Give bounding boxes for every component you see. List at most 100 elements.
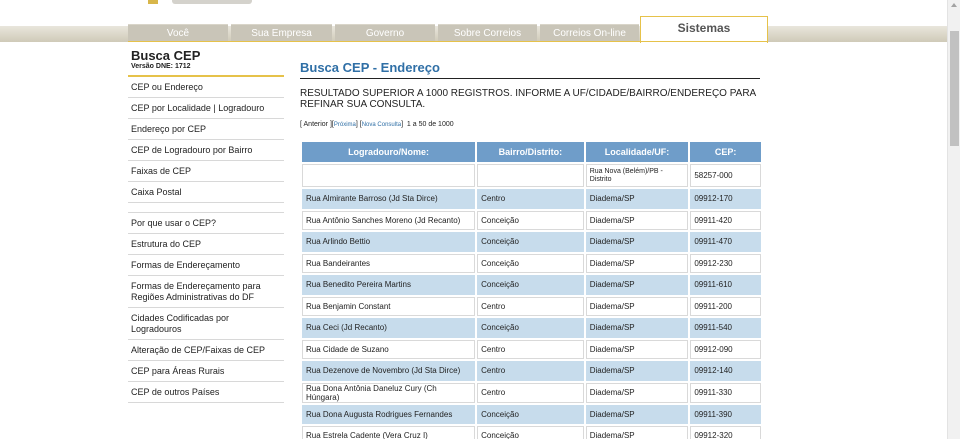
table-header-row: Logradouro/Nome: Bairro/Distrito: Locali… bbox=[302, 142, 761, 162]
logo-fragment bbox=[148, 0, 158, 4]
new-search-link[interactable]: Nova Consulta bbox=[362, 122, 401, 128]
cell-bairro: Conceição bbox=[477, 404, 584, 424]
cell-bairro: Conceição bbox=[477, 426, 584, 439]
dne-version: Versão DNE: 1712 bbox=[128, 63, 284, 77]
sidebar-item-estrutura-cep[interactable]: Estrutura do CEP bbox=[128, 234, 284, 255]
page-scrollbar[interactable] bbox=[947, 0, 960, 439]
sidebar-item-formas-df[interactable]: Formas de Endereçamento para Regiões Adm… bbox=[128, 276, 284, 308]
sidebar-item-por-que-usar[interactable]: Por que usar o CEP? bbox=[128, 213, 284, 234]
result-message: RESULTADO SUPERIOR A 1000 REGISTROS. INF… bbox=[300, 88, 756, 110]
sidebar-item-logradouro-bairro[interactable]: CEP de Logradouro por Bairro bbox=[128, 140, 284, 161]
pager-prev: [ Anterior ] bbox=[300, 121, 332, 128]
sidebar-item-cep-localidade[interactable]: CEP por Localidade | Logradouro bbox=[128, 98, 284, 119]
pager-bracket: ] bbox=[401, 121, 404, 128]
table-row: Rua Arlindo Bettio Conceição Diadema/SP 099… bbox=[302, 232, 761, 252]
cell-logradouro: Rua Dona Antônia Daneluz Cury (Ch Húngar… bbox=[302, 382, 476, 403]
cell-localidade: Diadema/SP bbox=[585, 318, 689, 338]
cell-bairro bbox=[477, 164, 584, 187]
cell-cep: 09911-540 bbox=[690, 318, 761, 338]
table-row: Rua Antônio Sanches Moreno (Jd Recanto) C… bbox=[302, 210, 761, 230]
cell-localidade: Diadema/SP bbox=[585, 275, 689, 295]
cell-cep: 09911-200 bbox=[690, 296, 761, 316]
cell-logradouro: Rua Antônio Sanches Moreno (Jd Recanto) bbox=[302, 210, 476, 230]
cell-logradouro: Rua Arlindo Bettio bbox=[302, 232, 476, 252]
sidebar-item-cidades-codificadas[interactable]: Cidades Codificadas por Logradouros bbox=[128, 308, 284, 340]
tab-sobre-correios[interactable]: Sobre Correios bbox=[438, 24, 537, 41]
cell-cep: 09911-470 bbox=[690, 232, 761, 252]
main-nav: Você Sua Empresa Governo Sobre Correios … bbox=[128, 16, 768, 43]
sidebar-item-alteracao-cep[interactable]: Alteração de CEP/Faixas de CEP bbox=[128, 340, 284, 361]
sidebar-item-formas-enderecamento[interactable]: Formas de Endereçamento bbox=[128, 255, 284, 276]
cell-bairro: Centro bbox=[477, 339, 584, 359]
cell-localidade: Diadema/SP bbox=[585, 339, 689, 359]
cell-bairro: Centro bbox=[477, 296, 584, 316]
cell-localidade: Diadema/SP bbox=[585, 253, 689, 273]
cell-cep: 09912-170 bbox=[690, 189, 761, 209]
pager-next-link[interactable]: Próxima bbox=[334, 122, 356, 128]
tab-voce[interactable]: Você bbox=[128, 24, 228, 41]
table-row: Rua Dona Antônia Daneluz Cury (Ch Húngar… bbox=[302, 382, 761, 403]
cell-localidade: Diadema/SP bbox=[585, 296, 689, 316]
tab-sua-empresa[interactable]: Sua Empresa bbox=[231, 24, 332, 41]
main-content: Busca CEP - Endereço RESULTADO SUPERIOR … bbox=[300, 60, 761, 439]
sidebar-item-outros-paises[interactable]: CEP de outros Países bbox=[128, 382, 284, 403]
results-table: Logradouro/Nome: Bairro/Distrito: Locali… bbox=[300, 140, 763, 439]
table-row: Rua Benedito Pereira Martins Conceição Dia… bbox=[302, 275, 761, 295]
sidebar: Busca CEP Versão DNE: 1712 CEP ou Endere… bbox=[128, 49, 284, 403]
cell-cep: 09911-610 bbox=[690, 275, 761, 295]
cell-localidade: Rua Nova (Belém)/PB - Distrito bbox=[585, 164, 689, 187]
cell-bairro: Conceição bbox=[477, 275, 584, 295]
table-row: Rua Bandeirantes Conceição Diadema/SP 09912… bbox=[302, 253, 761, 273]
cell-logradouro: Rua Bandeirantes bbox=[302, 253, 476, 273]
sidebar-item-cep-endereco[interactable]: CEP ou Endereço bbox=[128, 77, 284, 98]
sidebar-item-caixa-postal[interactable]: Caixa Postal bbox=[128, 182, 284, 203]
cell-cep: 09912-230 bbox=[690, 253, 761, 273]
sidebar-divider bbox=[128, 203, 284, 213]
nav-underline bbox=[128, 41, 768, 42]
col-header-localidade: Localidade/UF: bbox=[585, 142, 689, 162]
cell-bairro: Conceição bbox=[477, 318, 584, 338]
cell-bairro: Centro bbox=[477, 382, 584, 403]
sidebar-item-faixas-cep[interactable]: Faixas de CEP bbox=[128, 161, 284, 182]
table-row: Rua Cidade de Suzano Centro Diadema/SP 0991… bbox=[302, 339, 761, 359]
scroll-thumb[interactable] bbox=[950, 31, 959, 146]
col-header-bairro: Bairro/Distrito: bbox=[477, 142, 584, 162]
cell-cep: 09912-320 bbox=[690, 426, 761, 439]
table-row: Rua Dezenove de Novembro (Jd Sta Dirce) C… bbox=[302, 361, 761, 381]
cell-logradouro: Rua Benedito Pereira Martins bbox=[302, 275, 476, 295]
tab-correios-online[interactable]: Correios On-line bbox=[540, 24, 639, 41]
cell-localidade: Diadema/SP bbox=[585, 426, 689, 439]
cell-localidade: Diadema/SP bbox=[585, 210, 689, 230]
cell-logradouro: Rua Benjamin Constant bbox=[302, 296, 476, 316]
table-row: Rua Nova (Belém)/PB - Distrito 58257-000 bbox=[302, 164, 761, 187]
cell-bairro: Conceição bbox=[477, 253, 584, 273]
scroll-up-arrow-icon[interactable] bbox=[951, 3, 957, 7]
cell-cep: 09912-090 bbox=[690, 339, 761, 359]
cell-cep: 58257-000 bbox=[690, 164, 761, 187]
cell-bairro: Centro bbox=[477, 361, 584, 381]
cell-logradouro: Rua Estrela Cadente (Vera Cruz I) bbox=[302, 426, 476, 439]
table-row: Rua Almirante Barroso (Jd Sta Dirce) Cent… bbox=[302, 189, 761, 209]
tab-governo[interactable]: Governo bbox=[335, 24, 435, 41]
col-header-cep: CEP: bbox=[690, 142, 761, 162]
cell-logradouro: Rua Dezenove de Novembro (Jd Sta Dirce) bbox=[302, 361, 476, 381]
cell-localidade: Diadema/SP bbox=[585, 382, 689, 403]
cell-logradouro bbox=[302, 164, 476, 187]
sidebar-item-endereco-cep[interactable]: Endereço por CEP bbox=[128, 119, 284, 140]
sidebar-item-areas-rurais[interactable]: CEP para Áreas Rurais bbox=[128, 361, 284, 382]
table-row: Rua Ceci (Jd Recanto) Conceição Diadema/SP… bbox=[302, 318, 761, 338]
col-header-logradouro: Logradouro/Nome: bbox=[302, 142, 476, 162]
cell-logradouro: Rua Ceci (Jd Recanto) bbox=[302, 318, 476, 338]
logo-fragment-text bbox=[172, 0, 252, 4]
cell-cep: 09911-390 bbox=[690, 404, 761, 424]
cell-logradouro: Rua Dona Augusta Rodrigues Fernandes bbox=[302, 404, 476, 424]
cell-localidade: Diadema/SP bbox=[585, 232, 689, 252]
tab-sistemas[interactable]: Sistemas bbox=[640, 16, 768, 43]
cell-logradouro: Rua Almirante Barroso (Jd Sta Dirce) bbox=[302, 189, 476, 209]
cell-logradouro: Rua Cidade de Suzano bbox=[302, 339, 476, 359]
cell-localidade: Diadema/SP bbox=[585, 404, 689, 424]
table-row: Rua Dona Augusta Rodrigues Fernandes Conc… bbox=[302, 404, 761, 424]
results-body: Rua Nova (Belém)/PB - Distrito 58257-000 R… bbox=[302, 164, 761, 439]
cell-bairro: Conceição bbox=[477, 232, 584, 252]
cell-localidade: Diadema/SP bbox=[585, 361, 689, 381]
